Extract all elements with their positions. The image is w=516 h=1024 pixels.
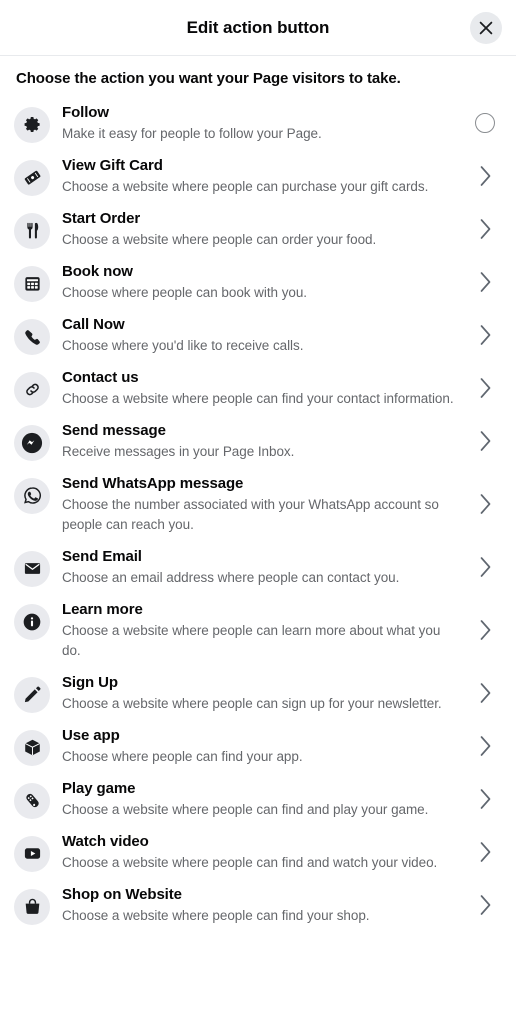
action-description: Choose a website where people can sign u…	[62, 695, 442, 711]
action-row[interactable]: Send message Receive messages in your Pag…	[0, 414, 516, 468]
chevron-right-icon[interactable]	[468, 218, 502, 240]
action-row-text: Start Order Choose a website where people…	[50, 209, 468, 250]
game-controller-icon	[14, 782, 50, 819]
section-prompt: Choose the action you want your Page vis…	[16, 70, 401, 87]
page-title: Edit action button	[186, 17, 330, 37]
chevron-right-icon[interactable]	[468, 619, 502, 641]
action-description: Choose where you'd like to receive calls…	[62, 337, 304, 353]
chevron-right-icon[interactable]	[468, 324, 502, 346]
action-row-text: Contact us Choose a website where people …	[50, 368, 468, 409]
action-title: Play game	[62, 779, 136, 797]
action-description: Choose a website where people can find a…	[62, 854, 438, 870]
action-title: Contact us	[62, 368, 139, 386]
action-title: Sign Up	[62, 673, 118, 691]
action-row[interactable]: Follow Make it easy for people to follow …	[0, 96, 516, 150]
action-row[interactable]: Send WhatsApp message Choose the number a…	[0, 467, 516, 541]
gear-icon	[14, 106, 50, 143]
action-title: Call Now	[62, 315, 125, 333]
action-row-text: Send WhatsApp message Choose the number a…	[50, 474, 468, 535]
chevron-right-icon[interactable]	[468, 377, 502, 399]
info-icon	[14, 603, 50, 640]
action-description: Choose a website where people can purcha…	[62, 178, 429, 194]
action-row-text: Play game Choose a website where people c…	[50, 779, 468, 820]
action-description: Choose a website where people can find a…	[62, 801, 429, 817]
dialog-header: Edit action button	[0, 0, 516, 56]
action-row-text: Send Email Choose an email address where …	[50, 547, 468, 588]
action-description: Choose the number associated with your W…	[62, 496, 439, 532]
action-title: Shop on Website	[62, 885, 182, 903]
action-row-text: Watch video Choose a website where people…	[50, 832, 468, 873]
action-row[interactable]: Watch video Choose a website where people…	[0, 825, 516, 879]
action-row-text: Learn more Choose a website where people …	[50, 600, 468, 661]
close-button[interactable]	[470, 11, 502, 44]
action-row-text: Call Now Choose where you'd like to recei…	[50, 315, 468, 356]
action-row[interactable]: Book now Choose where people can book wit…	[0, 255, 516, 309]
chevron-right-icon[interactable]	[468, 735, 502, 757]
messenger-icon	[14, 424, 50, 461]
action-row[interactable]: Contact us Choose a website where people …	[0, 361, 516, 415]
calendar-icon	[14, 265, 50, 302]
edit-action-button-dialog: Edit action button Choose the action you…	[0, 0, 516, 1024]
action-title: Follow	[62, 103, 109, 121]
action-description: Choose a website where people can find y…	[62, 390, 454, 406]
gift-card-icon	[14, 159, 50, 196]
whatsapp-icon	[14, 477, 50, 514]
chevron-right-icon[interactable]	[468, 841, 502, 863]
chevron-right-icon[interactable]	[468, 430, 502, 452]
action-row-text: Send message Receive messages in your Pag…	[50, 421, 468, 462]
action-row-text: View Gift Card Choose a website where peo…	[50, 156, 468, 197]
action-title: Learn more	[62, 600, 143, 618]
chevron-right-icon[interactable]	[468, 894, 502, 916]
action-description: Choose where people can find your app.	[62, 748, 303, 764]
action-row[interactable]: Send Email Choose an email address where …	[0, 540, 516, 594]
close-icon	[478, 20, 494, 36]
action-description: Choose where people can book with you.	[62, 284, 308, 300]
fork-knife-icon	[14, 212, 50, 249]
action-row[interactable]: View Gift Card Choose a website where peo…	[0, 149, 516, 203]
chevron-right-icon[interactable]	[468, 271, 502, 293]
action-title: Start Order	[62, 209, 141, 227]
radio-button-unselected[interactable]	[468, 113, 502, 134]
action-row[interactable]: Call Now Choose where you'd like to recei…	[0, 308, 516, 362]
chevron-right-icon[interactable]	[468, 556, 502, 578]
radio-circle-icon[interactable]	[475, 113, 495, 134]
action-title: Send WhatsApp message	[62, 474, 244, 492]
phone-icon	[14, 318, 50, 355]
action-row[interactable]: Learn more Choose a website where people …	[0, 593, 516, 667]
action-list: Follow Make it easy for people to follow …	[0, 96, 516, 932]
action-row-text: Book now Choose where people can book wit…	[50, 262, 468, 303]
chevron-right-icon[interactable]	[468, 165, 502, 187]
action-row-text: Shop on Website Choose a website where pe…	[50, 885, 468, 926]
action-description: Receive messages in your Page Inbox.	[62, 443, 295, 459]
envelope-icon	[14, 550, 50, 587]
action-title: View Gift Card	[62, 156, 163, 174]
action-row[interactable]: Use app Choose where people can find your…	[0, 719, 516, 773]
video-play-icon	[14, 835, 50, 872]
dialog-body: Choose the action you want your Page vis…	[0, 56, 516, 1024]
action-description: Choose an email address where people can…	[62, 569, 400, 585]
action-title: Watch video	[62, 832, 149, 850]
action-description: Choose a website where people can find y…	[62, 907, 370, 923]
chevron-right-icon[interactable]	[468, 682, 502, 704]
cube-icon	[14, 729, 50, 766]
action-description: Choose a website where people can learn …	[62, 622, 441, 658]
link-icon	[14, 371, 50, 408]
chevron-right-icon[interactable]	[468, 493, 502, 515]
action-row[interactable]: Start Order Choose a website where people…	[0, 202, 516, 256]
action-description: Choose a website where people can order …	[62, 231, 377, 247]
action-title: Use app	[62, 726, 120, 744]
action-row-text: Follow Make it easy for people to follow …	[50, 103, 468, 144]
action-title: Send message	[62, 421, 166, 439]
action-row-text: Use app Choose where people can find your…	[50, 726, 468, 767]
shopping-bag-icon	[14, 888, 50, 925]
chevron-right-icon[interactable]	[468, 788, 502, 810]
action-row[interactable]: Shop on Website Choose a website where pe…	[0, 878, 516, 932]
pencil-icon	[14, 676, 50, 713]
action-description: Make it easy for people to follow your P…	[62, 125, 322, 141]
action-row-text: Sign Up Choose a website where people can…	[50, 673, 468, 714]
action-title: Book now	[62, 262, 133, 280]
action-row[interactable]: Sign Up Choose a website where people can…	[0, 666, 516, 720]
action-row[interactable]: Play game Choose a website where people c…	[0, 772, 516, 826]
action-title: Send Email	[62, 547, 142, 565]
